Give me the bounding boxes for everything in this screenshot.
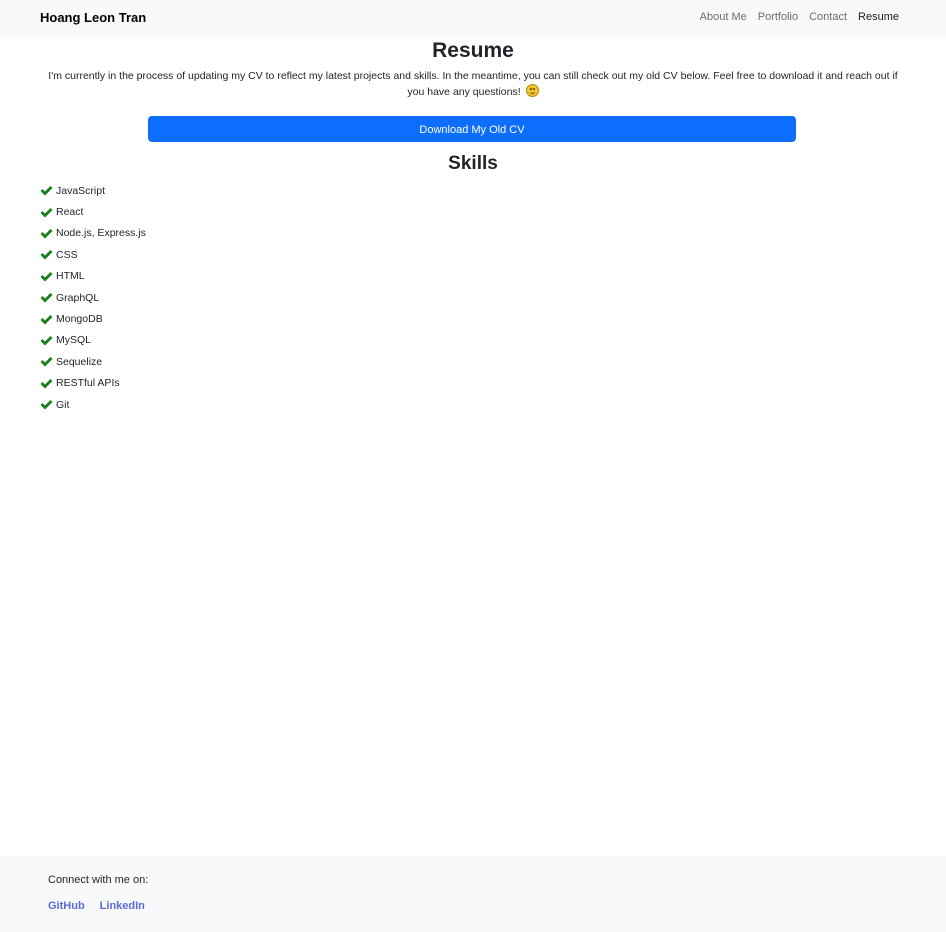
skill-item: Git (40, 394, 146, 415)
skill-item: GraphQL (40, 287, 146, 308)
skill-label: Git (56, 398, 70, 411)
skill-item: React (40, 201, 146, 222)
check-icon (40, 207, 53, 218)
skill-label: JavaScript (56, 184, 106, 197)
page-title: Resume (432, 39, 514, 62)
smiling-face-icon (525, 84, 539, 97)
page: Hoang Leon Tran About Me Portfolio Conta… (0, 0, 946, 932)
skill-label: MySQL (56, 334, 92, 347)
intro-text: I'm currently in the process of updating… (40, 68, 906, 100)
skill-label: React (56, 206, 84, 219)
skill-label: GraphQL (56, 291, 100, 304)
footer-links: GitHub LinkedIn (48, 900, 145, 912)
footer: Connect with me on: GitHub LinkedIn (0, 856, 946, 932)
check-icon (40, 293, 53, 303)
footer-label: Connect with me on: (48, 874, 149, 886)
skill-item: Node.js, Express.js (40, 223, 146, 244)
skill-item: Sequelize (40, 351, 146, 372)
check-icon (40, 357, 53, 367)
skill-label: Node.js, Express.js (56, 227, 146, 240)
check-icon (40, 400, 53, 410)
skill-item: MySQL (40, 330, 146, 351)
check-icon (40, 250, 53, 260)
check-icon (40, 314, 53, 325)
skills-list: JavaScript React Node.js, Express.js CSS HTM… (40, 180, 146, 415)
main-content: Resume I'm currently in the process of u… (40, 37, 906, 411)
intro-line-2: you have any questions! (407, 86, 521, 98)
download-cv-button[interactable]: Download My Old CV (148, 116, 796, 142)
linkedin-link[interactable]: LinkedIn (100, 900, 145, 912)
github-link[interactable]: GitHub (48, 900, 85, 912)
skill-item: JavaScript (40, 180, 146, 201)
navbar: Hoang Leon Tran About Me Portfolio Conta… (0, 0, 946, 37)
brand-link[interactable]: Hoang Leon Tran (40, 10, 146, 25)
skill-label: MongoDB (56, 313, 103, 326)
nav-link-resume[interactable]: Resume (858, 11, 899, 23)
skill-label: RESTful APIs (56, 377, 120, 390)
check-icon (40, 335, 53, 346)
skill-label: CSS (56, 248, 78, 261)
nav-link-portfolio[interactable]: Portfolio (758, 11, 798, 23)
nav-link-about-me[interactable]: About Me (700, 11, 747, 23)
skill-label: HTML (56, 270, 85, 283)
check-icon (40, 271, 53, 282)
skill-label: Sequelize (56, 355, 103, 368)
nav-links: About Me Portfolio Contact Resume (700, 11, 899, 23)
skill-item: RESTful APIs (40, 373, 146, 394)
check-icon (40, 228, 53, 239)
skill-item: CSS (40, 244, 146, 265)
check-icon (40, 186, 53, 196)
nav-link-contact[interactable]: Contact (809, 11, 847, 23)
skill-item: MongoDB (40, 308, 146, 329)
check-icon (40, 378, 53, 389)
skills-title: Skills (448, 153, 498, 174)
skill-item: HTML (40, 266, 146, 287)
intro-line-1: I'm currently in the process of updating… (48, 70, 898, 82)
